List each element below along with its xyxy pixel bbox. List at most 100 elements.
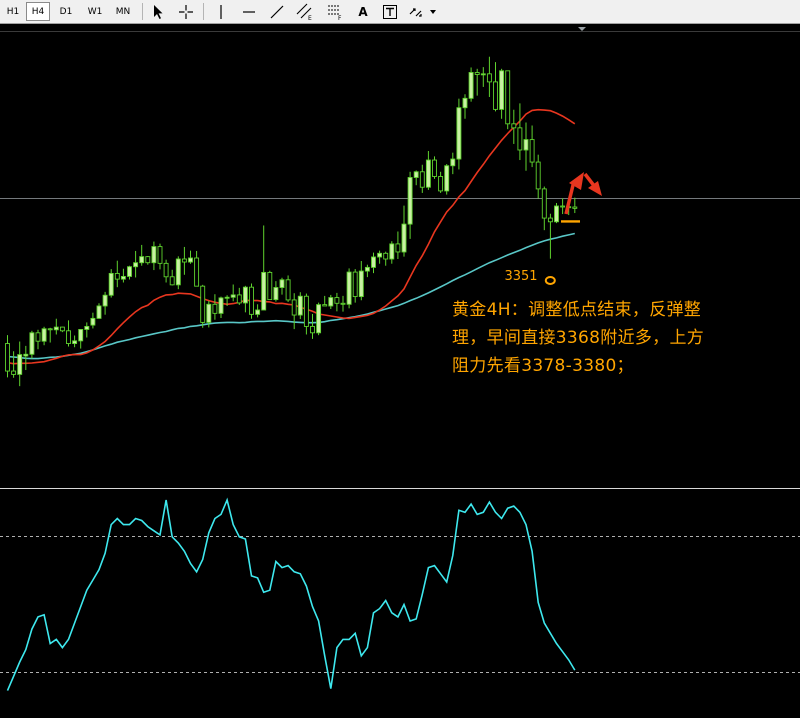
candle-body [53, 326, 59, 331]
oscillator-line [6, 497, 576, 691]
candle-body [17, 354, 23, 375]
candle [242, 285, 248, 313]
oscillator-panel [0, 497, 800, 691]
candle-body [163, 262, 169, 278]
candle [474, 68, 480, 96]
candle [511, 109, 517, 144]
candle [145, 255, 151, 265]
candle [194, 250, 200, 287]
candle [480, 67, 486, 87]
toolbar: H1 H4 D1 W1 MN E F A [0, 0, 800, 24]
candle-body [572, 206, 578, 209]
timeframe-d1-button[interactable]: D1 [53, 2, 79, 21]
candle-body [120, 276, 126, 280]
low-point-label: 3351 [504, 269, 537, 284]
candle [96, 303, 102, 319]
toolbar-separator [142, 3, 143, 20]
candle [108, 269, 114, 298]
candle-body [127, 266, 132, 277]
fibonacci-icon[interactable]: F [325, 2, 345, 21]
candle [499, 68, 505, 119]
candle-body [90, 317, 96, 326]
candle [572, 197, 578, 214]
candle [157, 243, 163, 270]
candle-body [505, 70, 511, 125]
candle [334, 292, 340, 312]
candle-body [517, 127, 523, 151]
candle [255, 304, 261, 318]
horizontal-line-icon[interactable] [239, 2, 259, 21]
timeframe-w1-button[interactable]: W1 [82, 2, 108, 21]
candle [310, 314, 315, 339]
candle-body [493, 81, 498, 110]
candle-body [145, 256, 151, 264]
candle [66, 320, 71, 347]
candle [377, 250, 383, 264]
candle-body [72, 340, 78, 344]
candle [200, 284, 206, 328]
candle [29, 330, 35, 359]
candle [328, 294, 334, 309]
candle [462, 94, 468, 119]
candle [493, 62, 498, 112]
candle [486, 56, 492, 97]
crosshair-icon[interactable] [176, 2, 196, 21]
candle-body [273, 287, 279, 301]
candle-body [438, 176, 444, 192]
candle [419, 164, 425, 193]
candle-body [133, 262, 139, 268]
candle [261, 225, 267, 311]
timeframe-mn-button[interactable]: MN [110, 2, 136, 21]
candle-body [255, 309, 261, 315]
candle-body [480, 73, 486, 76]
candle-body [364, 266, 370, 272]
candle-body [218, 297, 224, 314]
candle [322, 295, 328, 307]
timeframe-h1-button[interactable]: H1 [2, 2, 24, 21]
candle [102, 291, 108, 315]
candle [352, 269, 358, 303]
candle-body [66, 330, 71, 344]
annotation-layer [544, 172, 602, 285]
candle-body [230, 294, 236, 298]
candle [188, 250, 193, 264]
candle [90, 312, 96, 329]
candle-body [468, 72, 474, 99]
candle [72, 335, 78, 348]
candle-body [340, 302, 346, 305]
candle-body [334, 297, 340, 304]
candle-body [108, 272, 114, 296]
candle-body [249, 286, 254, 315]
candle [273, 281, 279, 302]
candle [517, 103, 523, 161]
candle [139, 244, 145, 266]
candle [438, 171, 444, 193]
candle [163, 259, 169, 283]
candle [151, 241, 157, 271]
candle [236, 287, 242, 305]
candle-body [389, 243, 395, 260]
cursor-arrow-icon[interactable] [148, 2, 168, 21]
trendline-icon[interactable] [267, 2, 287, 21]
candle [456, 98, 462, 170]
candle [505, 70, 511, 130]
candle-body [169, 276, 175, 286]
candle-body [541, 188, 547, 219]
candle-body [444, 165, 450, 192]
candle-body [47, 328, 53, 331]
text-icon[interactable]: A [353, 2, 373, 21]
vertical-line-icon[interactable] [211, 2, 231, 21]
candle [444, 164, 450, 195]
candle [5, 335, 10, 378]
price-panel [0, 27, 800, 489]
candle [84, 322, 90, 338]
candle-body [450, 158, 456, 167]
text-label-icon[interactable] [380, 2, 400, 21]
candle [78, 329, 84, 349]
candle-body [23, 353, 29, 357]
timeframe-h4-button[interactable]: H4 [26, 2, 50, 21]
candle-body [41, 328, 47, 342]
arrows-dropdown-icon[interactable] [408, 2, 438, 21]
equidistant-channel-icon[interactable]: E [295, 2, 315, 21]
candle [364, 264, 370, 278]
